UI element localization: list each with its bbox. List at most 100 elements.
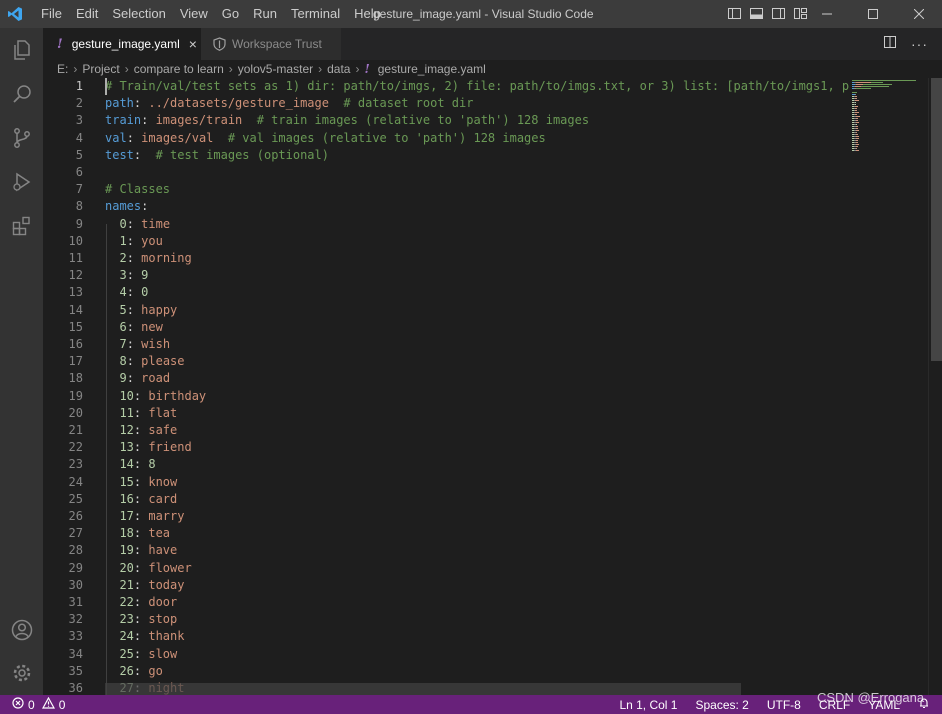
code-line: 21 12: safe (43, 422, 850, 439)
code-token: 13 (105, 440, 134, 455)
code-token: 0 (105, 216, 127, 231)
minimize-icon[interactable] (804, 0, 850, 28)
breadcrumb-item[interactable]: gesture_image.yaml (378, 62, 486, 76)
code-token: thank (148, 629, 185, 644)
close-window-icon[interactable] (896, 0, 942, 28)
scrollbar-thumb[interactable] (931, 78, 942, 361)
toggle-panel-icon[interactable] (749, 6, 764, 21)
settings-gear-icon[interactable] (0, 651, 43, 695)
toggle-secondary-sidebar-icon[interactable] (771, 6, 786, 21)
code-token: : (126, 130, 142, 145)
split-editor-icon[interactable] (883, 35, 897, 54)
minimap-token (855, 148, 857, 149)
line-number: 36 (68, 681, 83, 695)
code-token: ../datasets/gesture_image (148, 96, 329, 111)
code-token: 9 (141, 268, 149, 283)
breadcrumb-item[interactable]: Project (82, 62, 119, 76)
line-number: 20 (68, 405, 83, 420)
code-line: 35 26: go (43, 663, 850, 680)
code-token: 20 (105, 560, 134, 575)
menu-selection[interactable]: Selection (105, 0, 172, 28)
code-token: : (126, 285, 142, 300)
code-line: 26 17: marry (43, 508, 850, 525)
code-token: 5 (105, 302, 127, 317)
text-cursor (105, 78, 107, 95)
line-text: 20: flower (105, 560, 191, 577)
code-token: : (126, 302, 142, 317)
minimap-token (855, 108, 857, 109)
code-token: images/val (141, 130, 214, 145)
line-number: 14 (68, 302, 83, 317)
close-tab-icon[interactable]: × (189, 36, 197, 52)
line-number: 25 (68, 491, 83, 506)
encoding[interactable]: UTF-8 (767, 698, 801, 712)
code-token: 16 (105, 491, 134, 506)
code-token: 14 (105, 457, 134, 472)
code-token: birthday (148, 388, 207, 403)
code-token: 26 (105, 663, 134, 678)
tab-workspace-trust[interactable]: Workspace Trust (201, 28, 341, 60)
menu-file[interactable]: File (34, 0, 69, 28)
search-icon[interactable] (0, 72, 43, 116)
code-token: test (105, 147, 134, 162)
line-text: 19: have (105, 542, 177, 559)
source-control-icon[interactable] (0, 116, 43, 160)
line-text: 24: thank (105, 628, 184, 645)
code-token: 4 (105, 285, 127, 300)
breadcrumb-item[interactable]: data (327, 62, 350, 76)
vertical-scrollbar[interactable] (928, 78, 942, 695)
menu-edit[interactable]: Edit (69, 0, 105, 28)
code-token: you (141, 233, 163, 248)
code-token: # val images (relative to 'path') 128 im… (213, 130, 546, 145)
code-token: 8 (148, 457, 156, 472)
code-token: : (133, 147, 156, 162)
indentation[interactable]: Spaces: 2 (695, 698, 748, 712)
code-token: : (133, 388, 149, 403)
problems-indicator[interactable]: 0 0 (0, 696, 66, 712)
code-token: go (148, 663, 163, 678)
breadcrumb-item[interactable]: compare to learn (134, 62, 224, 76)
minimap-token (855, 136, 860, 137)
more-actions-icon[interactable]: ··· (911, 36, 928, 52)
tab-gesture-image-yaml[interactable]: ! gesture_image.yaml × (43, 28, 201, 60)
code-token: names (105, 199, 142, 214)
extensions-icon[interactable] (0, 204, 43, 248)
shield-icon (213, 37, 226, 51)
maximize-icon[interactable] (850, 0, 896, 28)
code-token: know (148, 474, 178, 489)
line-number: 10 (68, 233, 83, 248)
code-token: : (126, 216, 142, 231)
menu-go[interactable]: Go (215, 0, 246, 28)
code-line: 8 names: (43, 198, 850, 215)
run-debug-icon[interactable] (0, 160, 43, 204)
line-number: 12 (68, 268, 83, 283)
menu-view[interactable]: View (173, 0, 215, 28)
code-token: 24 (105, 629, 134, 644)
breadcrumb-item[interactable]: yolov5-master (238, 62, 313, 76)
line-text: # Train/val/test sets as 1) dir: path/to… (105, 78, 850, 95)
toggle-sidebar-icon[interactable] (727, 6, 742, 21)
line-number: 27 (68, 526, 83, 541)
line-number: 24 (68, 474, 83, 489)
code-token: 22 (105, 595, 134, 609)
warning-count: 0 (58, 697, 66, 712)
breadcrumb-item[interactable]: E: (57, 62, 68, 76)
line-text: 22: door (105, 594, 177, 611)
minimap-token (855, 138, 859, 139)
chevron-right-icon: › (73, 62, 78, 76)
cursor-position[interactable]: Ln 1, Col 1 (619, 698, 677, 712)
code-line: 15 6: new (43, 319, 850, 336)
line-text: 25: slow (105, 646, 177, 663)
code-token: : (126, 371, 142, 386)
code-line: 29 20: flower (43, 560, 850, 577)
menu-terminal[interactable]: Terminal (284, 0, 347, 28)
line-number: 21 (68, 423, 83, 437)
minimap[interactable] (850, 78, 928, 695)
account-icon[interactable] (0, 608, 43, 652)
explorer-icon[interactable] (0, 28, 43, 72)
code-token: # Train/val/test sets as 1) dir: path/to… (105, 79, 850, 93)
code-editor[interactable]: 1 # Train/val/test sets as 1) dir: path/t… (43, 78, 850, 695)
menu-run[interactable]: Run (246, 0, 284, 28)
horizontal-scrollbar[interactable] (105, 683, 741, 695)
chevron-right-icon: › (228, 62, 233, 76)
